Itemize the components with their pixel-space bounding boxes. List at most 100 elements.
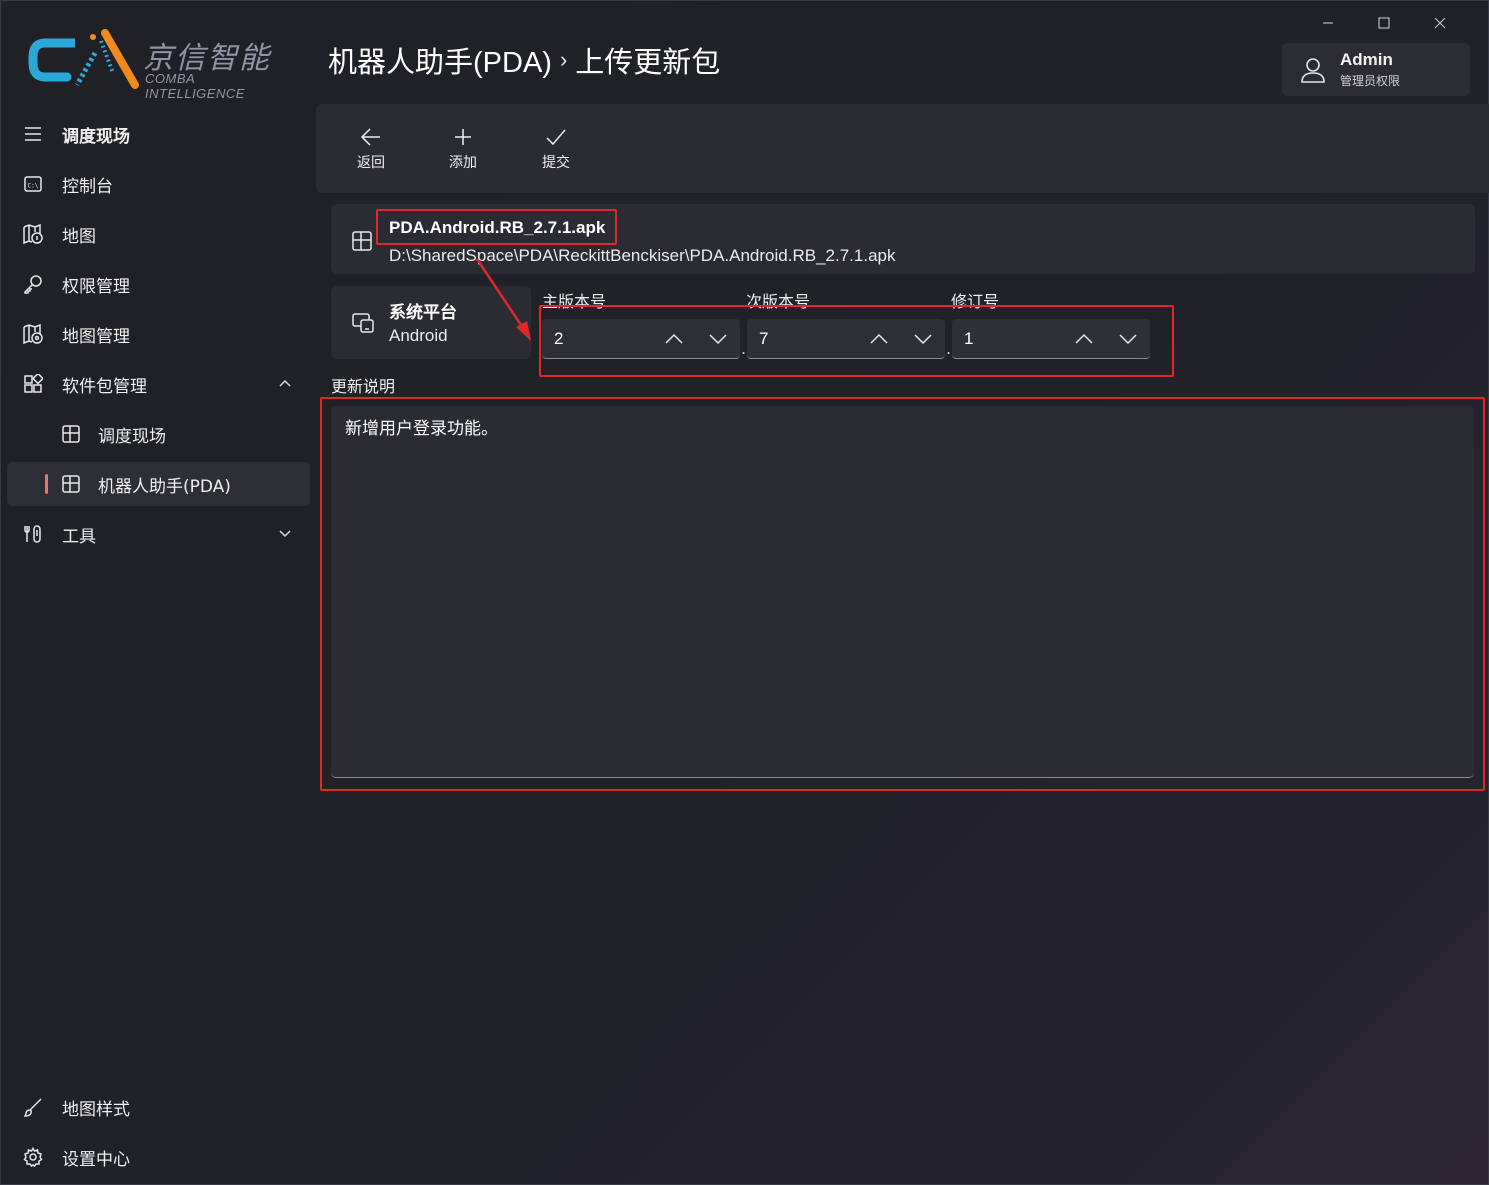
minimize-icon xyxy=(1323,22,1333,24)
map-manage-icon xyxy=(21,322,45,346)
add-label: 添加 xyxy=(449,155,477,171)
tools-icon xyxy=(21,522,45,546)
revision-value[interactable]: 1 xyxy=(964,329,1062,349)
sidebar-item-label: 调度现场 xyxy=(62,126,130,147)
hamburger-icon xyxy=(21,122,45,146)
gear-icon xyxy=(21,1145,45,1169)
sidebar-item-packages-pda[interactable]: 机器人助手(PDA) xyxy=(7,462,310,506)
chevron-down-icon xyxy=(914,333,932,344)
breadcrumb: 机器人助手(PDA) › 上传更新包 xyxy=(328,39,720,81)
maximize-icon xyxy=(1378,17,1390,29)
chevron-up-icon xyxy=(870,333,888,344)
maximize-button[interactable] xyxy=(1356,9,1412,37)
description-textarea[interactable]: 新增用户登录功能。 xyxy=(331,406,1474,778)
sidebar-item-label: 地图样式 xyxy=(62,1099,130,1120)
revision-down-button[interactable] xyxy=(1106,319,1150,359)
package-icon xyxy=(21,372,45,396)
sidebar-item-permissions[interactable]: 权限管理 xyxy=(7,262,310,306)
plus-icon xyxy=(455,129,471,145)
add-button[interactable]: 添加 xyxy=(433,126,493,172)
sidebar-item-label: 调度现场 xyxy=(98,426,166,447)
grid-icon xyxy=(59,422,83,446)
sidebar-item-label: 地图 xyxy=(62,226,96,247)
user-icon xyxy=(1298,55,1328,85)
brush-icon xyxy=(21,1095,45,1119)
description-text[interactable]: 新增用户登录功能。 xyxy=(345,414,498,439)
sidebar-item-map-style[interactable]: 地图样式 xyxy=(7,1085,310,1129)
checkmark-icon xyxy=(546,129,566,146)
platform-value: Android xyxy=(389,326,448,345)
major-version-numberbox[interactable]: 2 xyxy=(542,319,740,359)
file-path: D:\SharedSpace\PDA\ReckittBenckiser\PDA.… xyxy=(389,246,896,265)
sidebar-item-label: 机器人助手(PDA) xyxy=(98,476,231,497)
sidebar-item-label: 工具 xyxy=(62,526,96,547)
active-indicator xyxy=(45,474,48,494)
user-role: 管理员权限 xyxy=(1340,74,1401,88)
file-name: PDA.Android.RB_2.7.1.apk xyxy=(389,218,606,237)
breadcrumb-parent[interactable]: 机器人助手(PDA) xyxy=(328,39,552,81)
platform-card: 系统平台 Android xyxy=(331,286,531,359)
chevron-down-icon xyxy=(278,525,292,539)
minor-down-button[interactable] xyxy=(901,319,945,359)
chevron-up-icon xyxy=(278,375,292,389)
major-version-label: 主版本号 xyxy=(542,292,607,311)
sidebar-item-label: 设置中心 xyxy=(62,1149,130,1170)
sidebar-item-console[interactable]: C:\ 控制台 xyxy=(7,162,310,206)
arrow-left-icon xyxy=(360,128,380,146)
grid-icon xyxy=(59,472,83,496)
minor-version-label: 次版本号 xyxy=(746,292,811,311)
app-window: 京信智能 COMBA INTELLIGENCE 机器人助手(PDA) › 上传更… xyxy=(0,0,1489,1185)
major-down-button[interactable] xyxy=(696,319,740,359)
sidebar: 调度现场 C:\ 控制台 地图 权限管理 地图管理 软件包管理 调度现场 机器人… xyxy=(1,106,316,1185)
map-icon xyxy=(21,222,45,246)
close-button[interactable] xyxy=(1412,9,1468,37)
file-card: PDA.Android.RB_2.7.1.apk D:\SharedSpace\… xyxy=(331,204,1475,274)
key-icon xyxy=(21,272,45,296)
chevron-up-icon xyxy=(665,333,683,344)
sidebar-item-packages[interactable]: 软件包管理 xyxy=(7,362,310,406)
logo-mark-icon xyxy=(28,29,139,89)
sidebar-item-label: 软件包管理 xyxy=(62,376,147,397)
sidebar-item-settings[interactable]: 设置中心 xyxy=(7,1135,310,1179)
minor-version-value[interactable]: 7 xyxy=(759,329,857,349)
platform-title: 系统平台 xyxy=(389,303,457,323)
svg-text:C:\: C:\ xyxy=(28,183,39,190)
chevron-up-icon xyxy=(1075,333,1093,344)
breadcrumb-separator: › xyxy=(559,47,568,72)
chevron-down-icon xyxy=(1119,333,1137,344)
devices-icon xyxy=(351,312,375,338)
sidebar-item-map-manage[interactable]: 地图管理 xyxy=(7,312,310,356)
major-up-button[interactable] xyxy=(652,319,696,359)
sidebar-item-map[interactable]: 地图 xyxy=(7,212,310,256)
sidebar-item-label: 控制台 xyxy=(62,176,113,197)
major-version-value[interactable]: 2 xyxy=(554,329,652,349)
close-icon xyxy=(1434,17,1446,29)
revision-up-button[interactable] xyxy=(1062,319,1106,359)
command-bar: 返回 添加 提交 xyxy=(316,104,1489,193)
sidebar-item-tools[interactable]: 工具 xyxy=(7,512,310,556)
sidebar-item-label: 地图管理 xyxy=(62,326,130,347)
version-dot: . xyxy=(946,339,952,358)
sidebar-item-packages-dispatch[interactable]: 调度现场 xyxy=(7,412,310,456)
app-logo: 京信智能 COMBA INTELLIGENCE xyxy=(27,29,297,101)
submit-button[interactable]: 提交 xyxy=(526,126,586,172)
file-grid-icon xyxy=(351,230,373,256)
revision-label: 修订号 xyxy=(951,292,1000,311)
back-label: 返回 xyxy=(357,155,385,171)
revision-numberbox[interactable]: 1 xyxy=(952,319,1150,359)
minor-up-button[interactable] xyxy=(857,319,901,359)
version-dot: . xyxy=(741,339,747,358)
console-icon: C:\ xyxy=(21,172,45,196)
user-card[interactable]: Admin 管理员权限 xyxy=(1282,43,1470,96)
minor-version-numberbox[interactable]: 7 xyxy=(747,319,945,359)
back-button[interactable]: 返回 xyxy=(341,126,401,172)
logo-en-text: COMBA INTELLIGENCE xyxy=(145,71,245,101)
minimize-button[interactable] xyxy=(1300,9,1356,37)
sidebar-item-dispatch[interactable]: 调度现场 xyxy=(7,112,310,156)
window-controls xyxy=(1300,9,1468,37)
user-name: Admin xyxy=(1340,50,1393,69)
page-title: 上传更新包 xyxy=(575,47,721,79)
sidebar-item-label: 权限管理 xyxy=(62,276,130,297)
chevron-down-icon xyxy=(709,333,727,344)
submit-label: 提交 xyxy=(542,155,570,171)
